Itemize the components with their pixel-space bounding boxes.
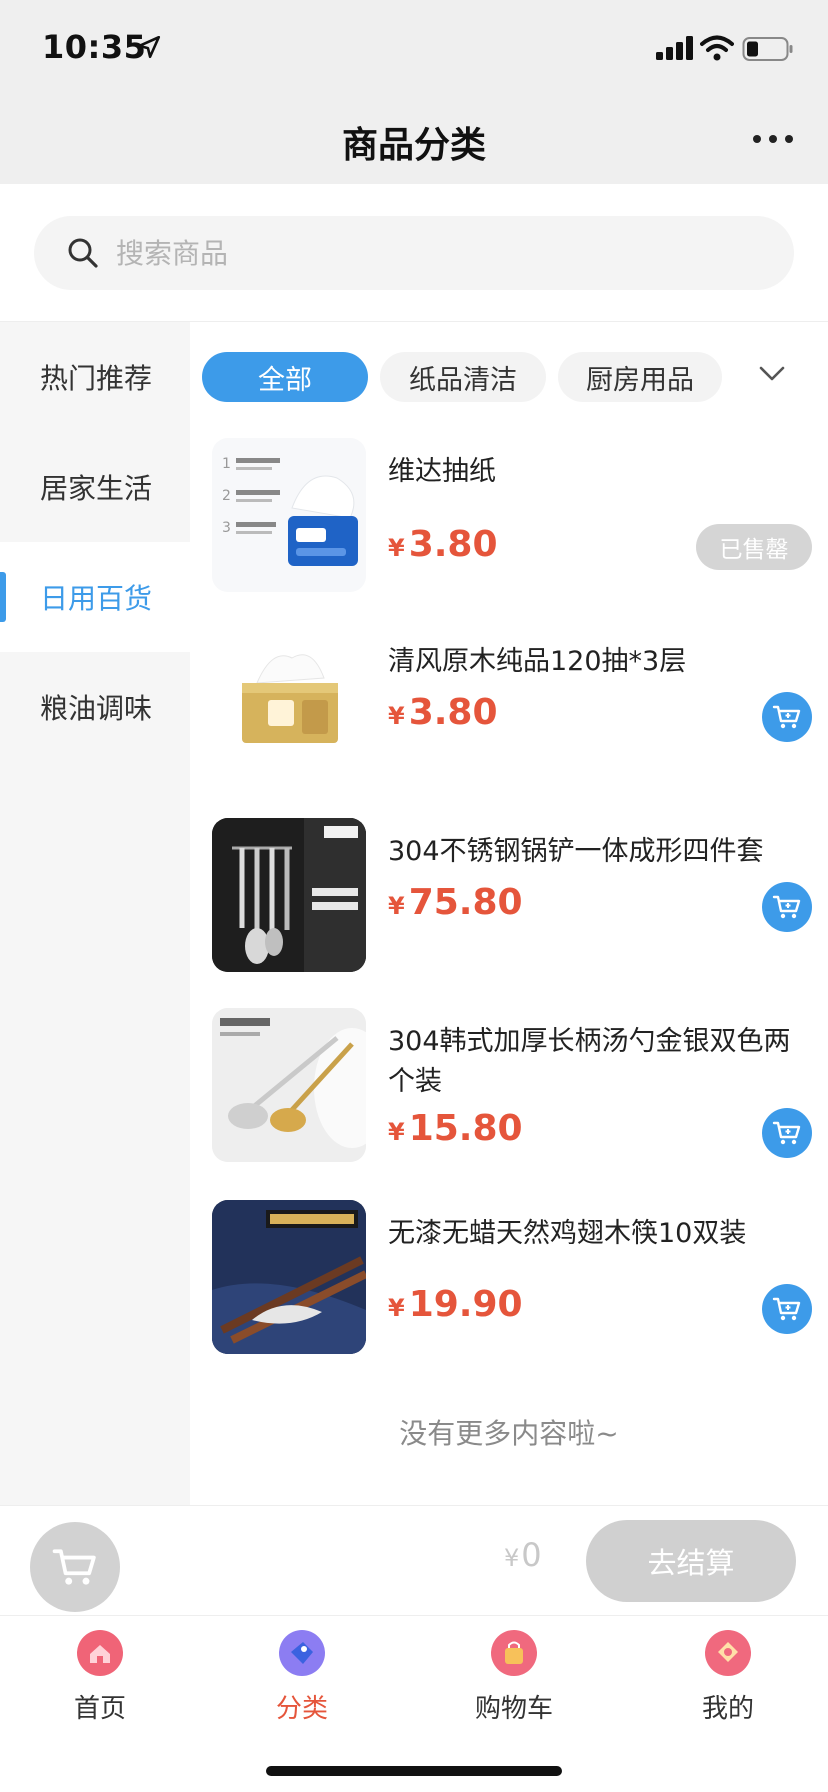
cart-icon: [772, 705, 801, 729]
sidebar-item-daily-goods[interactable]: 日用百货: [0, 542, 190, 652]
home-icon: [77, 1630, 123, 1676]
product-name: 304不锈钢锅铲一体成形四件套: [388, 836, 764, 867]
tab-label: 分类: [275, 1694, 328, 1724]
currency-symbol: ¥: [388, 1118, 405, 1146]
add-to-cart-button[interactable]: [762, 1108, 812, 1158]
cart-summary-button[interactable]: [30, 1522, 120, 1612]
sidebar-item-grain-oil[interactable]: 粮油调味: [0, 652, 190, 762]
sidebar-item-label: 粮油调味: [40, 692, 153, 725]
price-value: 75.80: [408, 882, 523, 923]
product-item[interactable]: 304不锈钢锅铲一体成形四件套 ¥75.80: [212, 818, 812, 974]
home-indicator[interactable]: [266, 1766, 562, 1776]
total-value: 0: [521, 1536, 542, 1574]
sidebar-item-label: 居家生活: [40, 472, 153, 505]
page-title: 商品分类: [341, 125, 486, 166]
price-value: 15.80: [408, 1108, 523, 1149]
product-image: 1 2 3: [212, 438, 366, 592]
product-price: ¥75.80: [388, 882, 523, 923]
filter-chip-all[interactable]: 全部: [202, 352, 368, 402]
cart-total: ¥0: [504, 1536, 542, 1574]
search-area: [0, 184, 828, 322]
product-name: 无漆无蜡天然鸡翅木筷10双装: [388, 1218, 747, 1249]
currency-symbol: ¥: [388, 892, 405, 920]
wifi-icon: [700, 35, 734, 61]
filter-chip-kitchen[interactable]: 厨房用品: [558, 352, 722, 402]
tab-label: 我的: [701, 1694, 754, 1724]
product-item[interactable]: 无漆无蜡天然鸡翅木筷10双装 ¥19.90: [212, 1200, 812, 1356]
sidebar-item-hot[interactable]: 热门推荐: [0, 322, 190, 432]
tab-cart[interactable]: 购物车: [444, 1630, 584, 1725]
tab-home[interactable]: 首页: [30, 1630, 170, 1725]
add-to-cart-button[interactable]: [762, 1284, 812, 1334]
price-value: 19.90: [408, 1284, 523, 1325]
product-item[interactable]: 1 2 3 维达抽纸 ¥3.80 已售罄: [212, 438, 812, 594]
product-image: [212, 1200, 366, 1354]
battery-icon: [742, 37, 793, 61]
status-time: 10:35: [42, 28, 147, 66]
checkout-button[interactable]: 去结算: [586, 1520, 796, 1602]
add-to-cart-button[interactable]: [762, 692, 812, 742]
product-price: ¥19.90: [388, 1284, 523, 1325]
top-bar: 10:35 商品分类: [0, 0, 828, 184]
product-name: 304韩式加厚长柄汤勺金银双色两个装: [388, 1026, 791, 1097]
filter-chip-paper-cleaning[interactable]: 纸品清洁: [380, 352, 546, 402]
product-image: [212, 628, 366, 782]
price-value: 3.80: [408, 524, 498, 565]
search-input[interactable]: [116, 216, 756, 290]
sold-out-badge: 已售罄: [696, 524, 812, 570]
location-arrow-icon: [137, 35, 161, 59]
more-dot-icon: [785, 135, 793, 143]
checkout-bar: ¥0 去结算: [0, 1505, 828, 1615]
currency-symbol: ¥: [388, 534, 405, 562]
product-list-area: 全部 纸品清洁 厨房用品 1 2 3 维达抽纸 ¥3.80 已售罄 清风原木纯品…: [190, 322, 828, 1505]
more-dot-icon: [769, 135, 777, 143]
currency-symbol: ¥: [388, 1294, 405, 1322]
price-value: 3.80: [408, 692, 498, 733]
cellular-signal-icon: [656, 36, 693, 60]
svg-text:3: 3: [222, 520, 231, 536]
product-item[interactable]: 304韩式加厚长柄汤勺金银双色两个装 ¥15.80: [212, 1008, 812, 1164]
filter-chips: 全部 纸品清洁 厨房用品: [202, 352, 722, 402]
product-item[interactable]: 清风原木纯品120抽*3层 ¥3.80: [212, 628, 812, 784]
more-dot-icon: [753, 135, 761, 143]
cart-icon: [52, 1549, 96, 1585]
cart-icon: [772, 1121, 801, 1145]
shopping-bag-icon: [491, 1630, 537, 1676]
product-name: 清风原木纯品120抽*3层: [388, 646, 687, 677]
category-sidebar: 热门推荐 居家生活 日用百货 粮油调味: [0, 322, 190, 1505]
cart-icon: [772, 895, 801, 919]
more-options-button[interactable]: [748, 124, 798, 154]
tab-label: 购物车: [474, 1694, 553, 1724]
search-box[interactable]: [34, 216, 794, 290]
tab-category[interactable]: 分类: [232, 1630, 372, 1725]
profile-icon: [705, 1630, 751, 1676]
add-to-cart-button[interactable]: [762, 882, 812, 932]
sidebar-item-label: 热门推荐: [40, 362, 153, 395]
category-icon: [279, 1630, 325, 1676]
search-icon: [68, 238, 98, 268]
product-name: 维达抽纸: [388, 456, 496, 487]
product-price: ¥15.80: [388, 1108, 523, 1149]
currency-symbol: ¥: [388, 702, 405, 730]
list-end-message: 没有更多内容啦~: [399, 1417, 619, 1450]
product-image: [212, 818, 366, 972]
product-price: ¥3.80: [388, 524, 498, 565]
sidebar-item-label: 日用百货: [40, 582, 153, 615]
cart-icon: [772, 1297, 801, 1321]
tab-label: 首页: [73, 1694, 126, 1724]
product-image: [212, 1008, 366, 1162]
sidebar-item-home-living[interactable]: 居家生活: [0, 432, 190, 542]
chevron-down-icon[interactable]: [758, 364, 786, 384]
svg-text:2: 2: [222, 488, 231, 504]
product-price: ¥3.80: [388, 692, 498, 733]
tab-profile[interactable]: 我的: [658, 1630, 798, 1725]
currency-symbol: ¥: [504, 1544, 520, 1572]
svg-text:1: 1: [222, 456, 231, 472]
